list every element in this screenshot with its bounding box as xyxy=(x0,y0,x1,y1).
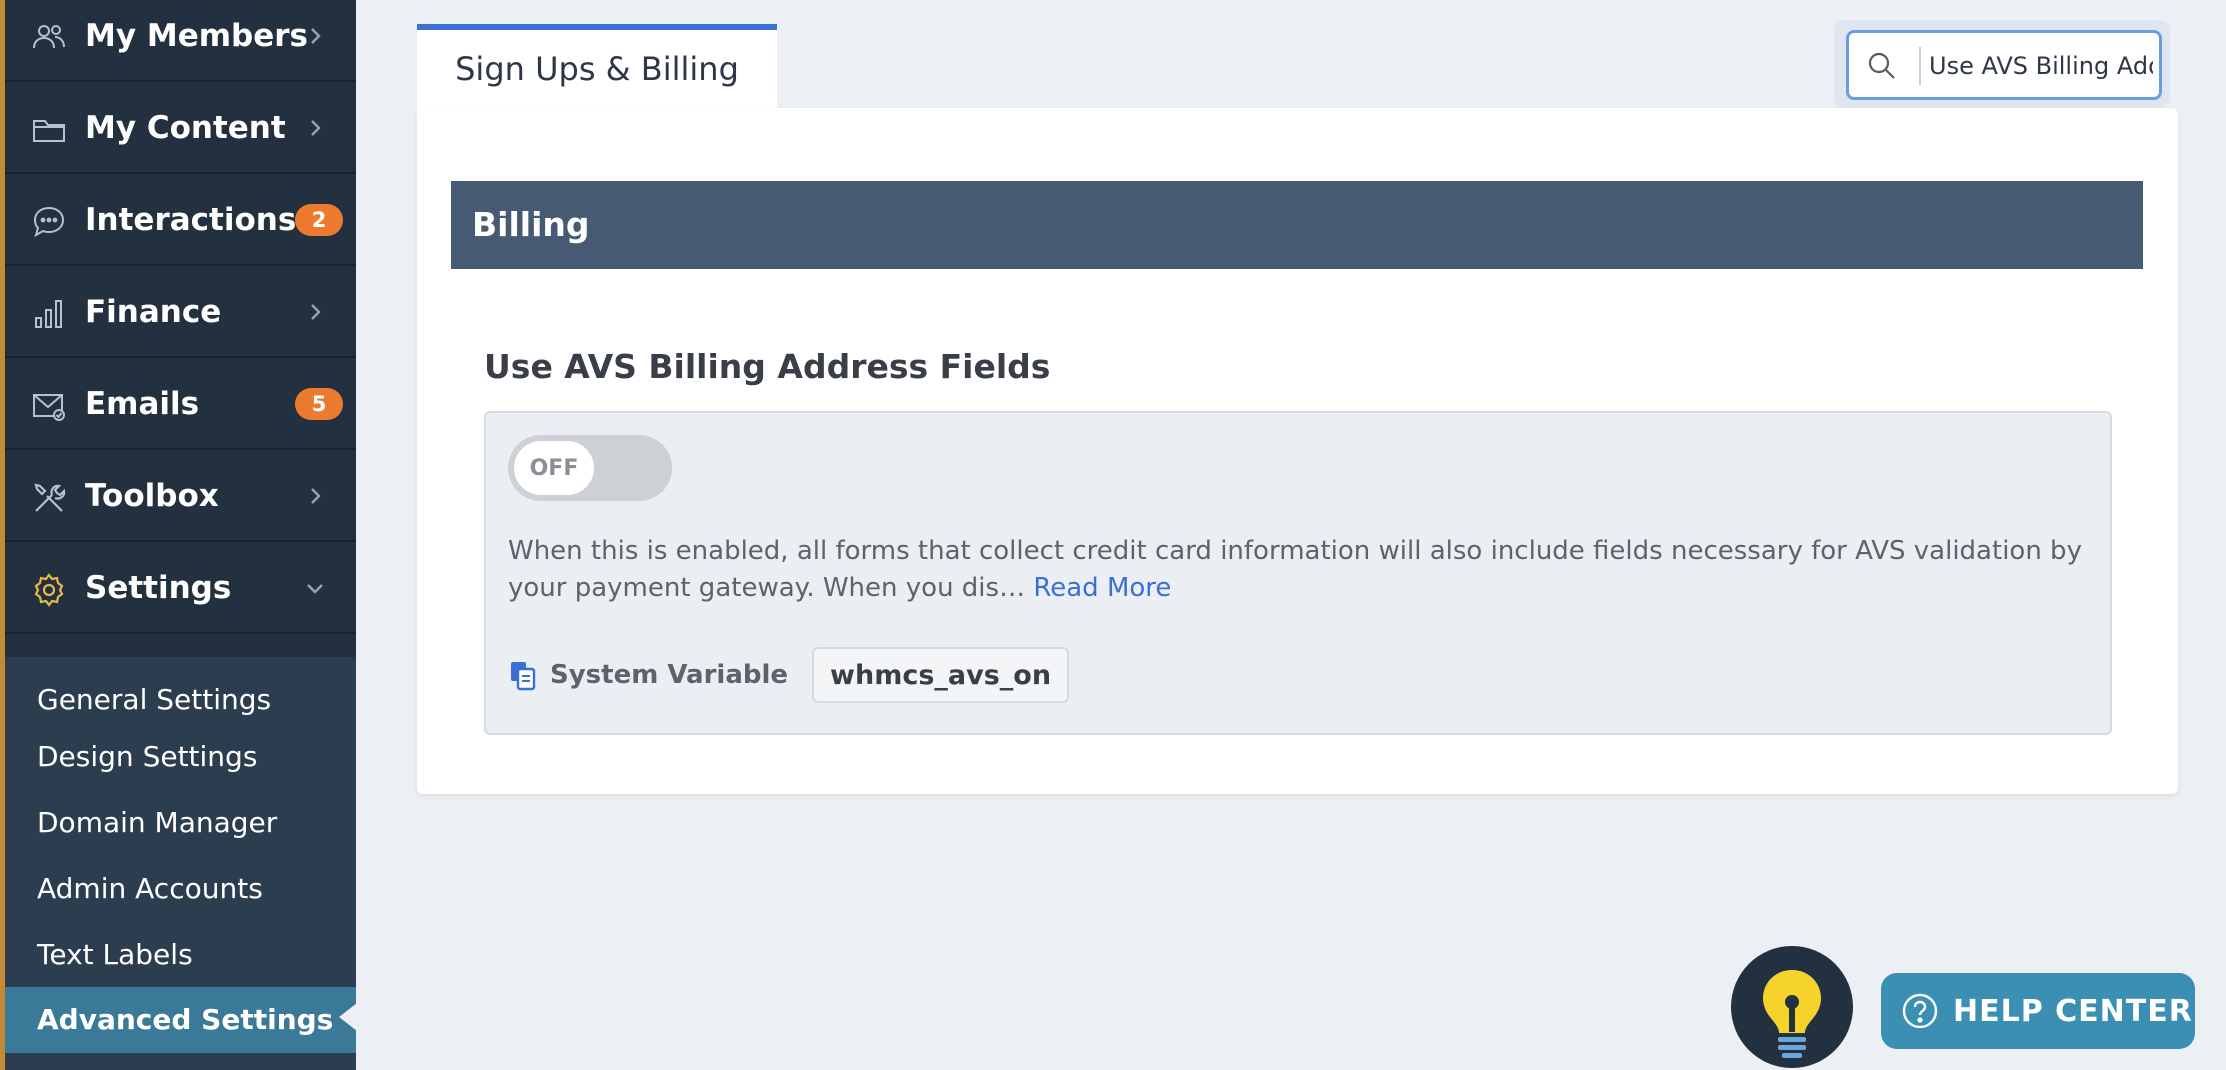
tools-icon xyxy=(31,480,67,516)
sidebar-item-toolbox[interactable]: Toolbox xyxy=(5,450,356,542)
submenu-item-admin-accounts[interactable]: Admin Accounts xyxy=(5,859,356,919)
settings-submenu: General Settings Design Settings Domain … xyxy=(5,657,357,1070)
bar-chart-icon xyxy=(31,296,67,332)
sidebar-item-my-members[interactable]: My Members xyxy=(5,0,356,82)
submenu-item-text-labels[interactable]: Text Labels xyxy=(5,925,356,985)
chevron-right-icon xyxy=(301,482,329,510)
sidebar: My Members My Content Interactions 2 Fin… xyxy=(0,0,357,1070)
system-variable-value: whmcs_avs_on xyxy=(812,647,1070,703)
submenu-item-general-settings[interactable]: General Settings xyxy=(5,670,356,730)
lightbulb-icon xyxy=(1763,970,1821,1058)
submenu-item-design-settings[interactable]: Design Settings xyxy=(5,727,356,787)
search-icon xyxy=(1865,49,1899,83)
system-variable-label: System Variable xyxy=(550,660,789,690)
sidebar-item-label: Interactions xyxy=(85,202,297,238)
help-center-label: HELP CENTER xyxy=(1953,993,2193,1029)
sidebar-item-interactions[interactable]: Interactions 2 xyxy=(5,174,356,266)
read-more-link[interactable]: Read More xyxy=(1033,573,1171,603)
section-header: Billing xyxy=(451,181,2143,269)
chevron-down-icon xyxy=(301,574,329,602)
submenu-item-label: Advanced Settings xyxy=(37,1003,334,1036)
setting-title: Use AVS Billing Address Fields xyxy=(484,347,1051,386)
help-center-button[interactable]: HELP CENTER xyxy=(1881,973,2195,1049)
submenu-item-domain-manager[interactable]: Domain Manager xyxy=(5,793,356,853)
sidebar-item-label: Emails xyxy=(85,386,200,422)
search-container xyxy=(1834,20,2170,108)
toggle-knob: OFF xyxy=(514,441,594,495)
sidebar-item-label: Settings xyxy=(85,570,232,606)
lightbulb-button[interactable] xyxy=(1731,946,1853,1068)
sidebar-item-label: Toolbox xyxy=(85,478,219,514)
submenu-item-advanced-settings[interactable]: Advanced Settings xyxy=(5,987,357,1053)
notification-badge: 5 xyxy=(295,388,343,420)
search-input[interactable] xyxy=(1919,47,2153,85)
system-variable: System Variable whmcs_avs_on xyxy=(508,645,1070,705)
setting-description: When this is enabled, all forms that col… xyxy=(508,533,2088,607)
search-box xyxy=(1846,30,2162,100)
setting-panel: OFF When this is enabled, all forms that… xyxy=(484,411,2112,735)
copy-icon[interactable] xyxy=(508,659,538,691)
folder-icon xyxy=(31,112,67,148)
gear-icon xyxy=(31,572,67,608)
sidebar-item-my-content[interactable]: My Content xyxy=(5,82,356,174)
chevron-right-icon xyxy=(301,114,329,142)
chevron-right-icon xyxy=(301,22,329,50)
members-icon xyxy=(31,20,67,56)
notification-badge: 2 xyxy=(295,204,343,236)
chat-icon xyxy=(31,204,67,240)
sidebar-item-emails[interactable]: Emails 5 xyxy=(5,358,356,450)
avs-toggle[interactable]: OFF xyxy=(508,435,672,501)
tab-sign-ups-billing[interactable]: Sign Ups & Billing xyxy=(417,24,777,108)
active-indicator xyxy=(339,1003,357,1031)
sidebar-item-label: My Content xyxy=(85,110,286,146)
sidebar-item-label: Finance xyxy=(85,294,222,330)
sidebar-item-label: My Members xyxy=(85,18,308,54)
sidebar-item-settings[interactable]: Settings xyxy=(5,542,356,634)
sidebar-item-finance[interactable]: Finance xyxy=(5,266,356,358)
question-circle-icon xyxy=(1901,992,1939,1030)
envelope-icon xyxy=(31,388,67,424)
settings-card: Billing Use AVS Billing Address Fields O… xyxy=(417,108,2178,794)
chevron-right-icon xyxy=(301,298,329,326)
description-text: When this is enabled, all forms that col… xyxy=(508,536,2082,603)
